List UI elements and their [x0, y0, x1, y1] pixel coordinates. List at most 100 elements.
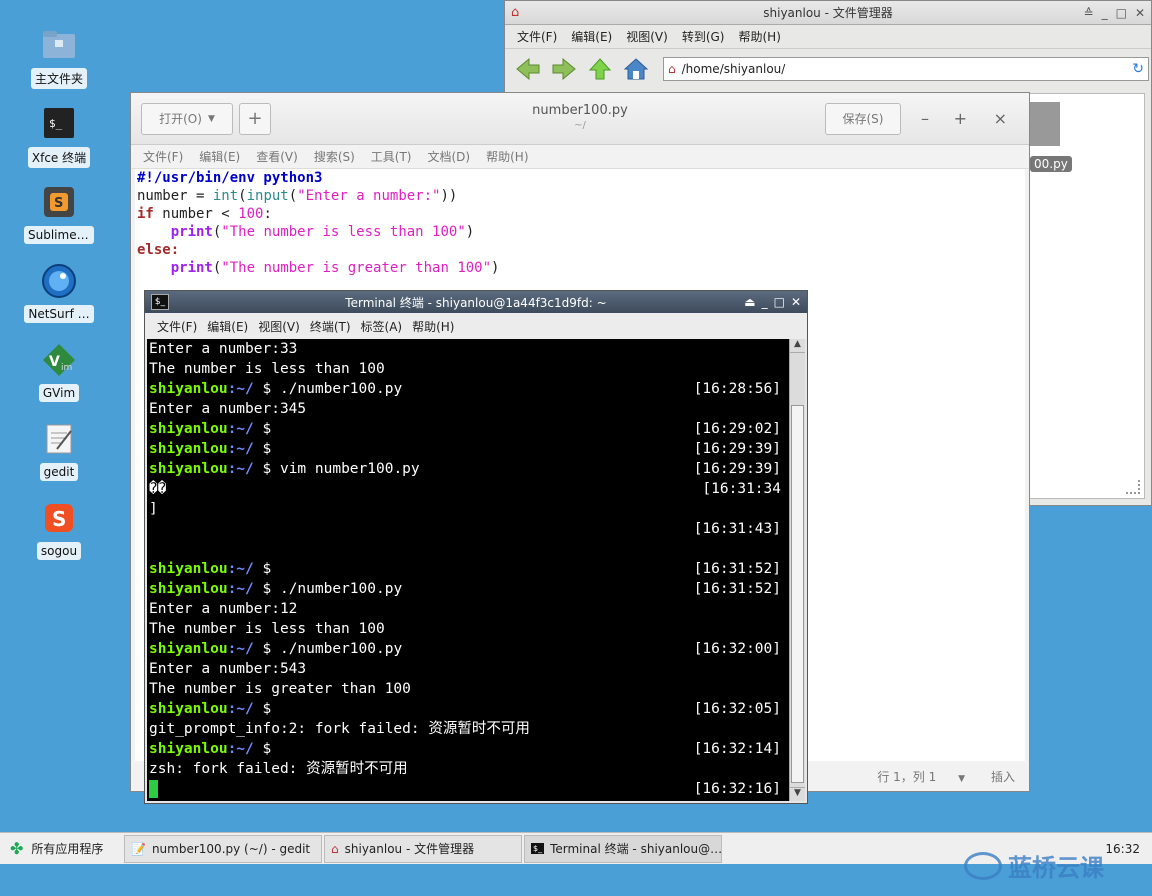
- maximize-button[interactable]: □: [774, 295, 785, 309]
- output-text: The number is less than 100: [149, 361, 385, 377]
- file-manager-titlebar[interactable]: ⌂ shiyanlou - 文件管理器 ≙ _ □ ✕: [505, 1, 1151, 25]
- reload-icon[interactable]: ↻: [1132, 61, 1144, 77]
- close-button[interactable]: ✕: [1135, 6, 1145, 20]
- chevron-down-icon: ▼: [958, 773, 965, 784]
- menu-view[interactable]: 视图(V): [626, 28, 668, 45]
- menu-help[interactable]: 帮助(H): [738, 28, 780, 45]
- command-text: $: [253, 421, 272, 437]
- code-line: else:: [137, 242, 180, 258]
- maximize-button[interactable]: □: [1116, 6, 1127, 20]
- taskbar-item-gedit[interactable]: 📝 number100.py (~/) - gedit: [124, 834, 322, 863]
- close-button[interactable]: ✕: [791, 295, 801, 309]
- minimize-button[interactable]: –: [921, 109, 929, 128]
- back-button[interactable]: [513, 54, 543, 84]
- close-button[interactable]: ×: [994, 109, 1007, 128]
- terminal-screen[interactable]: Enter a number:33 The number is less than…: [147, 339, 789, 801]
- desktop-icon-xfce-terminal[interactable]: $_ Xfce 终端: [24, 105, 94, 171]
- scroll-down-icon[interactable]: ▼: [790, 787, 805, 801]
- code-token: print: [170, 224, 213, 240]
- shade-button[interactable]: ⏏: [744, 295, 755, 309]
- save-button[interactable]: 保存(S): [825, 102, 901, 135]
- menu-go[interactable]: 转到(G): [682, 28, 725, 45]
- code-token: int: [212, 188, 239, 204]
- prompt-user: shiyanlou: [149, 741, 228, 757]
- forward-button[interactable]: [549, 54, 579, 84]
- code-line: number = int(input("Enter a number:")): [137, 188, 458, 204]
- desktop-icon-sogou[interactable]: S sogou: [24, 500, 94, 563]
- scrollbar-thumb[interactable]: [791, 405, 804, 783]
- output-text: zsh: fork failed: 资源暂时不可用: [149, 761, 408, 777]
- code-token: else: [137, 242, 171, 258]
- clock[interactable]: 16:32: [1105, 842, 1140, 856]
- minimize-button[interactable]: _: [762, 295, 768, 309]
- output-text: git_prompt_info:2: fork failed: 资源暂时不可用: [149, 721, 530, 737]
- open-button[interactable]: 打开(O) ▼: [141, 102, 233, 135]
- menu-search[interactable]: 搜索(S): [314, 148, 355, 165]
- taskbar-item-terminal[interactable]: $_ Terminal 终端 - shiyanlou@…: [524, 834, 722, 863]
- minimize-button[interactable]: _: [1102, 6, 1108, 20]
- terminal-line: shiyanlou:~/ $ [16:32:14]: [147, 739, 789, 759]
- desktop-icon-home-folder[interactable]: 主文件夹: [24, 26, 94, 92]
- window-title: shiyanlou - 文件管理器: [763, 6, 893, 20]
- desktop-icon-gvim[interactable]: Vim GVim: [24, 342, 94, 405]
- prompt-user: shiyanlou: [149, 701, 228, 717]
- maximize-button[interactable]: +: [954, 109, 967, 128]
- timestamp: [16:31:52]: [693, 561, 781, 577]
- timestamp: [16:29:39]: [693, 461, 781, 477]
- terminal-line: ]: [147, 499, 789, 519]
- new-tab-button[interactable]: +: [239, 102, 271, 135]
- scroll-up-icon[interactable]: ▲: [790, 339, 805, 353]
- terminal-line: zsh: fork failed: 资源暂时不可用: [147, 759, 789, 779]
- prompt-path: :~/: [227, 581, 254, 597]
- home-button[interactable]: [621, 54, 651, 84]
- menu-file[interactable]: 文件(F): [143, 148, 183, 165]
- menu-help[interactable]: 帮助(H): [486, 148, 528, 165]
- cursor-position[interactable]: 行 1，列 1 ▼: [877, 768, 965, 785]
- file-label[interactable]: 00.py: [1030, 156, 1072, 172]
- menu-edit[interactable]: 编辑(E): [207, 318, 248, 335]
- menu-view[interactable]: 查看(V): [256, 148, 298, 165]
- terminal-line: Enter a number:345: [147, 399, 789, 419]
- resize-grip[interactable]: [1126, 480, 1140, 494]
- svg-text:$_: $_: [49, 117, 63, 130]
- terminal-titlebar[interactable]: $_ Terminal 终端 - shiyanlou@1a44f3c1d9fd:…: [145, 291, 807, 313]
- menu-edit[interactable]: 编辑(E): [571, 28, 612, 45]
- menu-tabs[interactable]: 标签(A): [361, 318, 403, 335]
- desktop-icon-sublime[interactable]: S Sublime …: [24, 184, 94, 247]
- taskbar-item-file-manager[interactable]: ⌂ shiyanlou - 文件管理器: [324, 834, 522, 863]
- menu-terminal[interactable]: 终端(T): [310, 318, 351, 335]
- up-button[interactable]: [585, 54, 615, 84]
- menu-help[interactable]: 帮助(H): [412, 318, 454, 335]
- menu-file[interactable]: 文件(F): [157, 318, 197, 335]
- menubar: 文件(F) 编辑(E) 视图(V) 转到(G) 帮助(H): [505, 25, 1151, 49]
- desktop-icon-gedit[interactable]: gedit: [24, 421, 94, 484]
- address-bar[interactable]: ⌂ /home/shiyanlou/ ↻: [663, 57, 1149, 81]
- gvim-icon: Vim: [41, 342, 77, 378]
- code-token: if: [137, 206, 154, 222]
- timestamp: [16:31:34: [702, 481, 781, 497]
- prompt-path: :~/: [227, 741, 254, 757]
- terminal-line: shiyanlou:~/ $ ./number100.py [16:31:52]: [147, 579, 789, 599]
- applications-menu[interactable]: ✤ 所有应用程序: [0, 839, 122, 858]
- command-text: $ ./number100.py: [253, 581, 403, 597]
- watermark-logo: 蓝桥云课: [964, 848, 1104, 883]
- scrollbar[interactable]: ▲ ▼: [789, 339, 805, 801]
- terminal-line: Enter a number:12: [147, 599, 789, 619]
- prompt-path: :~/: [227, 421, 254, 437]
- code-token: print: [170, 260, 213, 276]
- menu-tools[interactable]: 工具(T): [371, 148, 412, 165]
- file-icon[interactable]: [1030, 102, 1060, 146]
- insert-mode: 插入: [990, 769, 1015, 784]
- code-token: number <: [153, 206, 239, 222]
- output-text: The number is less than 100: [149, 621, 385, 637]
- prompt-user: shiyanlou: [149, 461, 228, 477]
- prompt-user: shiyanlou: [149, 381, 228, 397]
- menu-documents[interactable]: 文档(D): [428, 148, 471, 165]
- prompt-path: :~/: [227, 641, 254, 657]
- desktop-icon-netsurf[interactable]: NetSurf …: [24, 263, 94, 326]
- menu-file[interactable]: 文件(F): [517, 28, 557, 45]
- shade-button[interactable]: ≙: [1084, 6, 1094, 20]
- menu-edit[interactable]: 编辑(E): [199, 148, 240, 165]
- terminal-line: The number is less than 100: [147, 359, 789, 379]
- menu-view[interactable]: 视图(V): [258, 318, 300, 335]
